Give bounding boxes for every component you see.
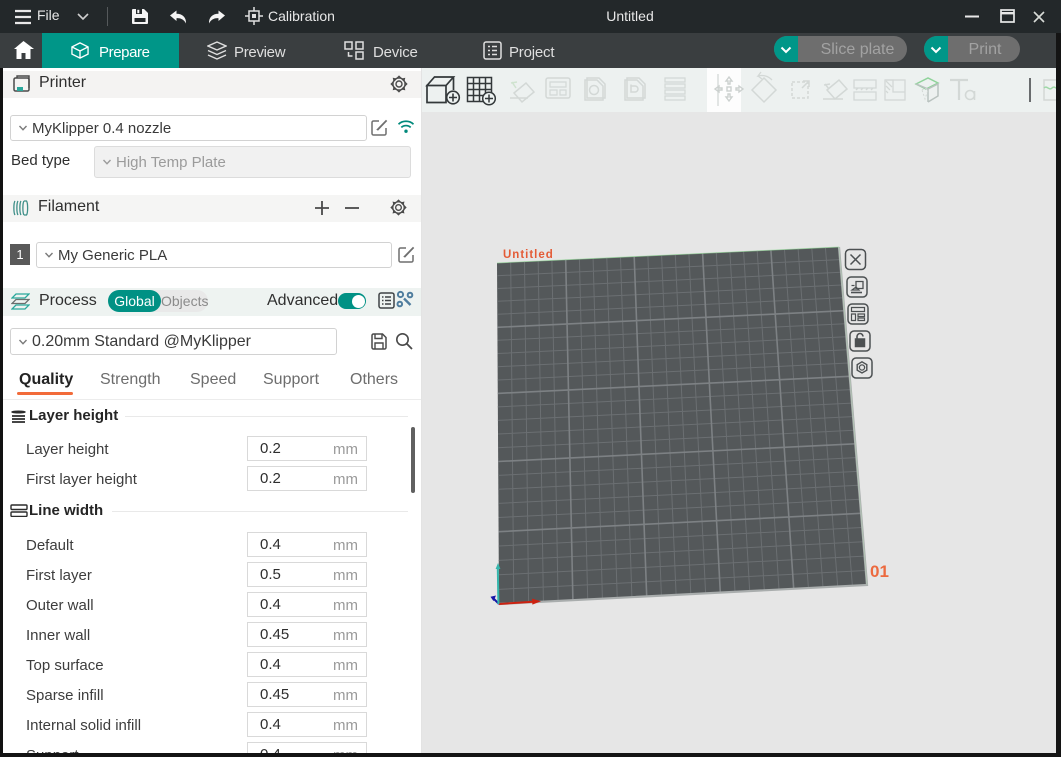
svg-text:01: 01 [870, 562, 889, 581]
svg-text:Untitled: Untitled [503, 249, 554, 261]
